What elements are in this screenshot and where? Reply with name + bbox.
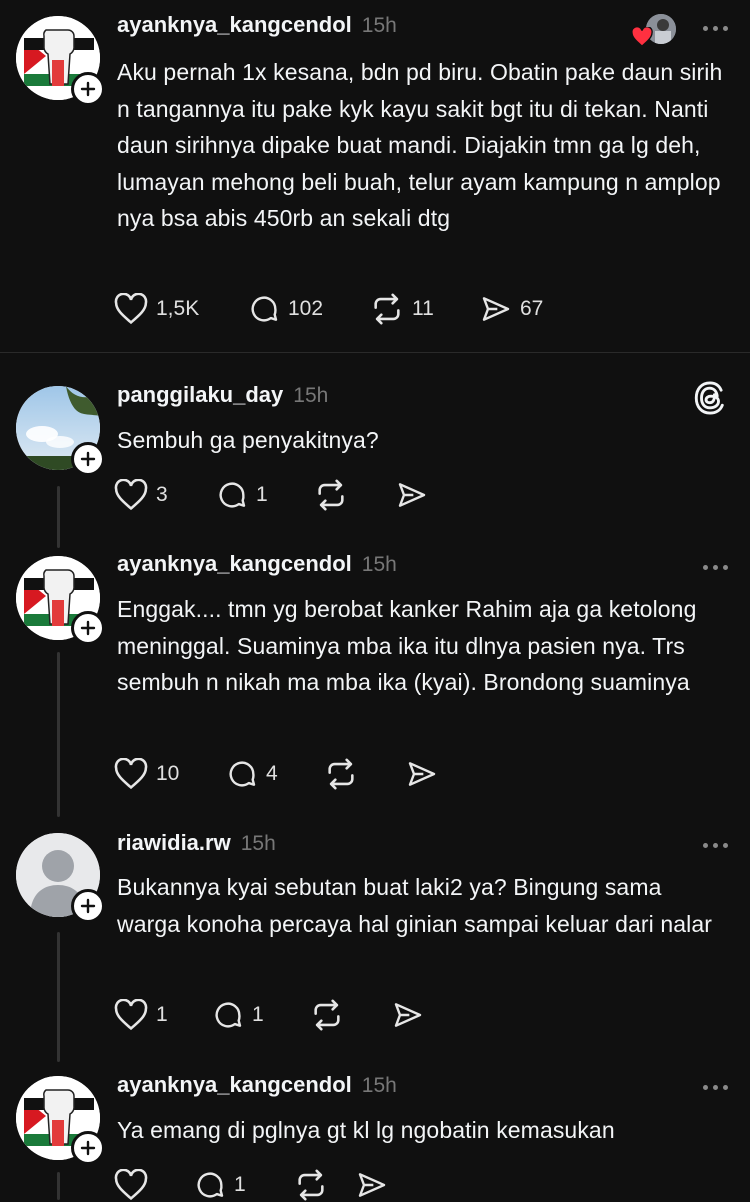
timestamp: 15h [240,832,276,855]
more-options-button[interactable] [703,26,728,31]
like-button[interactable]: 3 [114,479,216,511]
like-button[interactable]: 1,5K [114,293,234,325]
reply-count: 4 [266,762,278,785]
repost-icon [328,758,354,790]
share-button[interactable] [392,999,424,1031]
heart-icon [114,293,148,325]
follow-plus-button[interactable] [71,1131,105,1165]
comment-icon [215,1002,242,1028]
like-button[interactable]: 1 [114,999,212,1031]
heart-icon [114,1169,148,1201]
reply-button[interactable]: 1 [216,479,314,511]
timestamp: 15h [293,384,329,407]
share-button[interactable] [356,1169,388,1201]
repost-button[interactable]: 11 [370,292,480,326]
plus-icon [80,81,96,97]
like-button[interactable] [114,1169,194,1201]
plus-icon [80,620,96,636]
thread-line [57,486,60,548]
username[interactable]: ayanknya_kangcendol [117,551,352,577]
post-text: Bukannya kyai sebutan buat laki2 ya? Bin… [117,874,713,937]
reply-button[interactable]: 1 [194,1169,294,1201]
plus-icon [80,898,96,914]
send-icon [482,297,510,321]
repost-count: 11 [412,297,434,320]
follow-plus-button[interactable] [71,889,105,923]
send-icon [398,483,426,507]
more-options-button[interactable] [703,565,728,570]
reply-count: 1 [234,1173,246,1196]
like-count: 10 [156,762,180,785]
comment-icon [197,1172,224,1198]
repost-icon [314,999,340,1031]
repost-button[interactable] [310,998,392,1032]
repost-button[interactable] [294,1168,356,1202]
post-text: Enggak.... tmn yg berobat kanker Rahim a… [117,596,697,695]
reply-count: 102 [288,297,324,320]
heart-badge-icon [631,27,653,47]
username[interactable]: riawidia.rw [117,830,231,856]
send-icon [408,762,436,786]
send-icon [394,1003,422,1027]
post-text: Sembuh ga penyakitnya? [117,427,379,453]
send-icon [358,1173,386,1197]
reply-button[interactable]: 4 [226,758,324,790]
share-button[interactable] [396,479,428,511]
more-options-button[interactable] [703,1085,728,1090]
timestamp: 15h [361,553,397,576]
timestamp: 15h [361,14,397,37]
plus-icon [80,451,96,467]
post-text: Aku pernah 1x kesana, bdn pd biru. Obati… [117,59,723,231]
divider [0,352,750,353]
thread-line [57,932,60,1062]
threads-logo-icon [694,381,724,415]
timestamp: 15h [361,1074,397,1097]
reply-button[interactable]: 1 [212,999,310,1031]
comment-icon [251,296,278,322]
like-button[interactable]: 10 [114,758,226,790]
more-icon [703,1085,708,1090]
username[interactable]: ayanknya_kangcendol [117,12,352,38]
reply-count: 1 [256,483,268,506]
share-button[interactable]: 67 [480,293,543,325]
repost-icon [318,479,344,511]
follow-plus-button[interactable] [71,72,105,106]
reply-button[interactable]: 102 [248,293,370,325]
comment-icon [219,482,246,508]
like-count: 3 [156,483,168,506]
thread-line [57,1172,60,1200]
thread-line [57,652,60,817]
post-text: Ya emang di pglnya gt kl lg ngobatin kem… [117,1117,615,1143]
more-icon [703,565,708,570]
repost-button[interactable] [324,757,406,791]
follow-plus-button[interactable] [71,611,105,645]
username[interactable]: ayanknya_kangcendol [117,1072,352,1098]
repost-button[interactable] [314,478,396,512]
heart-icon [114,758,148,790]
like-count: 1 [156,1003,168,1026]
share-count: 67 [520,297,544,320]
like-count: 1,5K [156,297,200,320]
repost-icon [298,1169,324,1201]
heart-icon [114,999,148,1031]
share-button[interactable] [406,758,438,790]
more-options-button[interactable] [703,843,728,848]
heart-icon [114,479,148,511]
more-icon [703,26,708,31]
comment-icon [229,761,256,787]
repost-icon [374,293,400,325]
reply-count: 1 [252,1003,264,1026]
plus-icon [80,1140,96,1156]
username[interactable]: panggilaku_day [117,382,283,408]
follow-plus-button[interactable] [71,442,105,476]
more-icon [703,843,708,848]
